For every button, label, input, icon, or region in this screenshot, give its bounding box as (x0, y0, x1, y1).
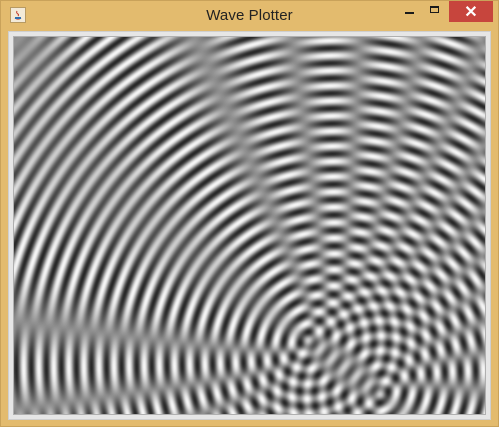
minimize-icon (405, 12, 414, 14)
maximize-icon (430, 6, 439, 13)
close-icon: ✕ (464, 4, 478, 21)
app-window: Wave Plotter ✕ (0, 0, 499, 427)
wave-interference-canvas[interactable] (14, 37, 485, 414)
minimize-button[interactable] (396, 1, 422, 22)
maximize-button[interactable] (424, 1, 448, 22)
close-button[interactable]: ✕ (449, 1, 493, 22)
content-pane (8, 31, 491, 420)
plot-panel (13, 36, 486, 415)
title-bar[interactable]: Wave Plotter ✕ (1, 1, 498, 31)
